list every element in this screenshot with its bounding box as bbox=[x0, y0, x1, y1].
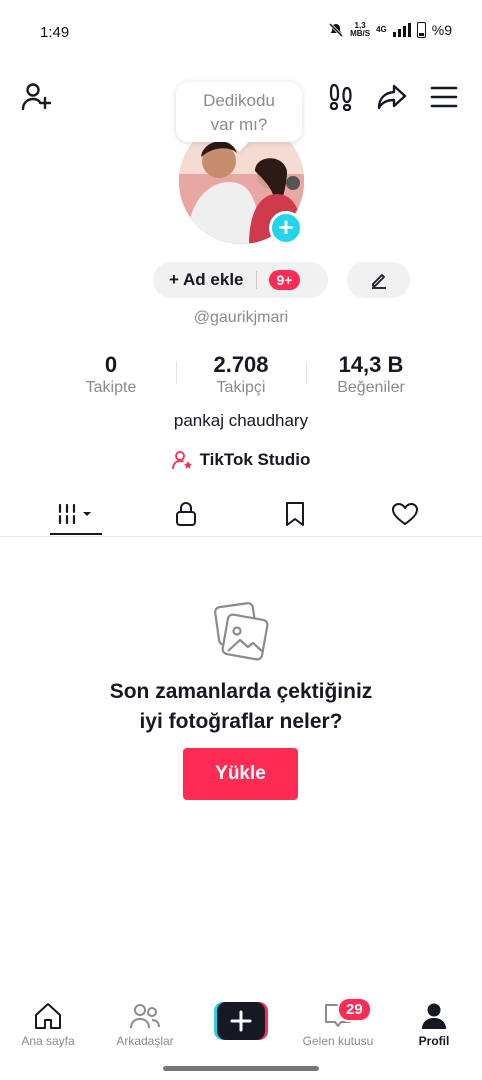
bio-text: pankaj chaudhary bbox=[173, 411, 309, 430]
nav-friends[interactable]: Arkadaşlar bbox=[100, 1002, 190, 1048]
home-indicator[interactable] bbox=[163, 1066, 319, 1071]
network-type: 4G bbox=[376, 25, 387, 34]
add-story-button[interactable]: + bbox=[269, 211, 303, 245]
tab-liked[interactable] bbox=[365, 494, 445, 534]
upload-button[interactable]: Yükle bbox=[183, 748, 298, 800]
tiktok-studio-link[interactable]: TikTok Studio bbox=[0, 450, 482, 470]
username-handle: @gaurikjmari bbox=[193, 309, 289, 326]
network-speed: 1,3 MB/S bbox=[350, 21, 371, 38]
divider bbox=[255, 271, 257, 289]
ad-add-button[interactable]: + Ad ekle 9+ bbox=[153, 262, 328, 298]
battery-percent: %9 bbox=[431, 22, 452, 38]
add-friend-icon[interactable] bbox=[19, 80, 53, 114]
bookmark-icon bbox=[286, 502, 304, 526]
share-icon[interactable] bbox=[375, 80, 409, 114]
nav-home[interactable]: Ana sayfa bbox=[3, 1002, 93, 1048]
stat-following[interactable]: 0 Takipte bbox=[46, 352, 176, 397]
photos-icon bbox=[211, 601, 269, 666]
divider bbox=[0, 536, 482, 537]
tab-private[interactable] bbox=[146, 494, 226, 534]
create-button[interactable] bbox=[214, 1002, 268, 1040]
ad-badge: 9+ bbox=[268, 270, 301, 290]
stat-likes[interactable]: 14,3 B Beğeniler bbox=[306, 352, 436, 397]
profile-icon bbox=[422, 1003, 446, 1029]
stat-followers[interactable]: 2.708 Takipçi bbox=[176, 352, 306, 397]
pencil-icon bbox=[371, 274, 386, 289]
tab-videos[interactable] bbox=[36, 494, 116, 534]
signal-icon bbox=[392, 23, 411, 37]
tab-saved[interactable] bbox=[255, 494, 335, 534]
edit-profile-button[interactable] bbox=[347, 262, 410, 298]
lock-icon bbox=[176, 502, 196, 526]
plus-icon bbox=[214, 1002, 268, 1040]
heart-icon bbox=[392, 503, 418, 525]
battery-icon bbox=[416, 22, 426, 38]
grid-icon bbox=[56, 503, 91, 525]
nav-profile[interactable]: Profil bbox=[389, 1002, 479, 1048]
home-icon bbox=[35, 1003, 61, 1029]
status-time: 1:49 bbox=[40, 24, 70, 41]
creator-star-icon bbox=[171, 451, 192, 470]
bell-muted-icon bbox=[329, 22, 344, 38]
friends-icon bbox=[130, 1004, 160, 1029]
status-icons: 1,3 MB/S 4G %9 bbox=[328, 22, 452, 38]
active-tab-indicator bbox=[50, 533, 102, 535]
status-prompt-bubble[interactable]: Dedikodu var mı? bbox=[176, 82, 302, 142]
inbox-badge: 29 bbox=[337, 997, 372, 1022]
empty-state-title: Son zamanlarda çektiğiniz iyi fotoğrafla… bbox=[109, 680, 373, 733]
footprints-icon[interactable] bbox=[324, 80, 358, 114]
menu-icon[interactable] bbox=[427, 80, 461, 114]
